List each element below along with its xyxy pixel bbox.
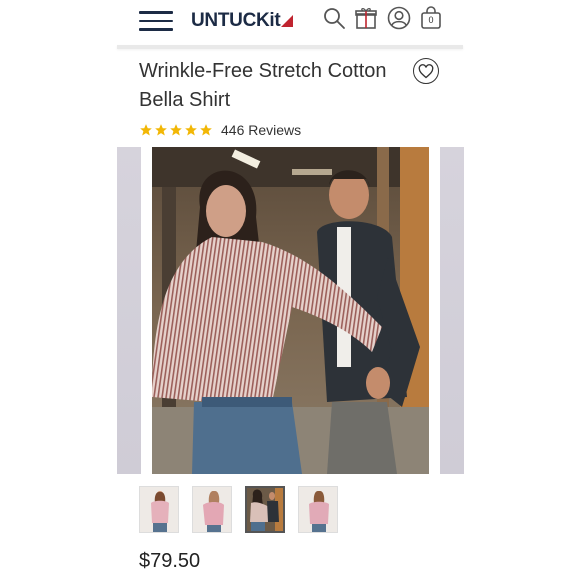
thumbnail-selected[interactable] [245, 486, 285, 533]
heart-icon [418, 63, 434, 78]
bag-count: 0 [428, 15, 434, 25]
thumbnail-strip [139, 486, 338, 533]
star-icon [185, 124, 197, 136]
product-main-image[interactable] [152, 147, 429, 474]
gift-icon[interactable] [354, 6, 378, 30]
star-icon [170, 124, 182, 136]
search-icon[interactable] [322, 6, 346, 30]
previous-image-peek[interactable] [117, 147, 141, 474]
thumbnail[interactable] [298, 486, 338, 533]
wishlist-button[interactable] [413, 58, 439, 84]
star-icon [155, 124, 167, 136]
site-header: UNTUCKit 0 [117, 0, 463, 44]
bag-button[interactable]: 0 [419, 6, 443, 30]
product-rating: 446 Reviews [139, 121, 301, 139]
brand-logo[interactable]: UNTUCKit [191, 10, 294, 32]
product-title: Wrinkle-Free Stretch Cotton Bella Shirt [139, 60, 387, 111]
account-icon[interactable] [387, 6, 411, 30]
reviews-link[interactable]: 446 Reviews [221, 122, 301, 138]
star-icon [200, 124, 212, 136]
product-price: $79.50 [139, 550, 201, 572]
logo-flag-icon [281, 15, 294, 27]
star-rating [139, 123, 213, 137]
header-divider [117, 45, 463, 49]
menu-icon[interactable] [139, 10, 173, 32]
thumbnail[interactable] [139, 486, 179, 533]
brand-name: UNTUCKit [191, 10, 281, 31]
star-icon [140, 124, 152, 136]
next-image-peek[interactable] [440, 147, 464, 474]
thumbnail[interactable] [192, 486, 232, 533]
